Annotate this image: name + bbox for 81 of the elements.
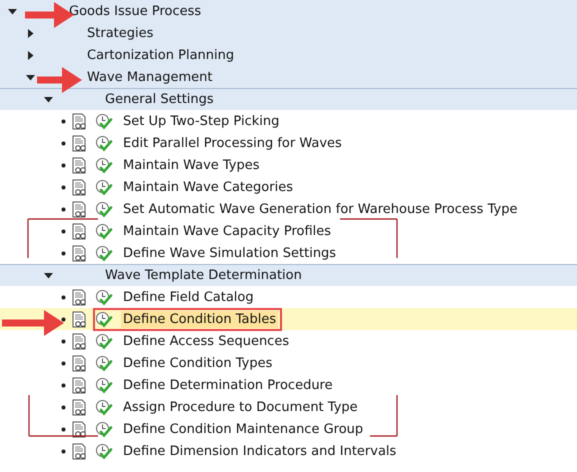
activity-label: Define Wave Simulation Settings bbox=[122, 244, 338, 262]
pointer-arrow-drawing bbox=[2, 310, 64, 336]
bullet-icon bbox=[61, 228, 66, 234]
clock-check-icon[interactable] bbox=[95, 332, 113, 350]
bullet-icon bbox=[61, 294, 66, 300]
clock-check-icon[interactable] bbox=[95, 376, 113, 394]
clock-check-icon[interactable] bbox=[95, 244, 113, 262]
clock-check-icon[interactable] bbox=[95, 178, 113, 196]
activity-label: Define Condition Maintenance Group bbox=[122, 420, 364, 438]
folder-row[interactable]: Wave Template Determination bbox=[0, 264, 577, 286]
activity-label: Set Automatic Wave Generation for Warehouse Process Type bbox=[122, 200, 518, 218]
bullet-icon bbox=[61, 140, 66, 146]
collapse-triangle-icon[interactable] bbox=[44, 271, 53, 280]
clock-check-icon[interactable] bbox=[95, 442, 113, 460]
activity-label: Maintain Wave Categories bbox=[122, 178, 294, 196]
bullet-icon bbox=[61, 206, 66, 212]
activity-label: Edit Parallel Processing for Waves bbox=[122, 134, 343, 152]
activity-label: Define Condition Types bbox=[122, 354, 274, 372]
clock-check-icon[interactable] bbox=[95, 288, 113, 306]
bullet-icon bbox=[61, 338, 66, 344]
collapse-triangle-icon[interactable] bbox=[26, 72, 35, 82]
activity-label: Assign Procedure to Document Type bbox=[122, 398, 359, 416]
folder-label: Wave Template Determination bbox=[105, 268, 302, 283]
folder-label: General Settings bbox=[105, 92, 214, 107]
bullet-icon bbox=[61, 162, 66, 168]
clock-check-icon[interactable] bbox=[95, 310, 113, 328]
document-glasses-icon bbox=[72, 178, 88, 196]
clock-check-icon[interactable] bbox=[95, 398, 113, 416]
document-glasses-icon bbox=[72, 222, 88, 240]
bullet-icon bbox=[61, 404, 66, 410]
document-glasses-icon bbox=[72, 134, 88, 152]
folder-label: Goods Issue Process bbox=[69, 4, 202, 18]
activity-row[interactable]: Define Condition Tables bbox=[0, 308, 577, 330]
document-glasses-icon bbox=[72, 420, 88, 438]
bullet-icon bbox=[61, 316, 66, 322]
clock-check-icon[interactable] bbox=[95, 354, 113, 372]
bullet-icon bbox=[61, 426, 66, 432]
activity-label: Define Dimension Indicators and Intervals bbox=[122, 442, 398, 460]
document-glasses-icon bbox=[72, 442, 88, 460]
folder-row[interactable]: Cartonization Planning bbox=[0, 44, 577, 66]
document-glasses-icon bbox=[72, 244, 88, 262]
document-glasses-icon bbox=[72, 398, 88, 416]
document-glasses-icon bbox=[72, 332, 88, 350]
document-glasses-icon bbox=[72, 376, 88, 394]
document-glasses-icon bbox=[72, 310, 88, 328]
folder-label: Wave Management bbox=[87, 70, 212, 84]
document-glasses-icon bbox=[72, 288, 88, 306]
folder-row[interactable]: Strategies bbox=[0, 22, 577, 44]
clock-check-icon[interactable] bbox=[95, 134, 113, 152]
clock-check-icon[interactable] bbox=[95, 222, 113, 240]
bullet-icon bbox=[61, 382, 66, 388]
activity-label: Maintain Wave Capacity Profiles bbox=[122, 222, 332, 240]
folder-row[interactable]: Wave Management bbox=[0, 66, 577, 88]
activity-label: Define Condition Tables bbox=[121, 310, 278, 328]
bullet-icon bbox=[61, 118, 66, 124]
activity-label: Maintain Wave Types bbox=[122, 156, 261, 174]
document-glasses-icon bbox=[72, 156, 88, 174]
pointer-arrow-drawing bbox=[37, 67, 82, 93]
activity-label: Define Field Catalog bbox=[122, 288, 255, 306]
activity-label: Define Access Sequences bbox=[122, 332, 290, 350]
document-glasses-icon bbox=[72, 200, 88, 218]
collapse-triangle-icon[interactable] bbox=[8, 6, 17, 16]
clock-check-icon[interactable] bbox=[95, 112, 113, 130]
expand-triangle-icon[interactable] bbox=[26, 28, 35, 38]
document-glasses-icon bbox=[72, 112, 88, 130]
bullet-icon bbox=[61, 448, 66, 454]
folder-row[interactable]: Goods Issue Process bbox=[0, 0, 577, 22]
bullet-icon bbox=[61, 360, 66, 366]
folder-label: Cartonization Planning bbox=[87, 48, 234, 62]
bullet-icon bbox=[61, 250, 66, 256]
clock-check-icon[interactable] bbox=[95, 420, 113, 438]
bullet-icon bbox=[61, 184, 66, 190]
document-glasses-icon bbox=[72, 354, 88, 372]
folder-row[interactable]: General Settings bbox=[0, 88, 577, 110]
activity-label: Define Determination Procedure bbox=[122, 376, 334, 394]
expand-triangle-icon[interactable] bbox=[26, 50, 35, 60]
activity-label: Set Up Two-Step Picking bbox=[122, 112, 280, 130]
collapse-triangle-icon[interactable] bbox=[44, 95, 53, 104]
clock-check-icon[interactable] bbox=[95, 156, 113, 174]
clock-check-icon[interactable] bbox=[95, 200, 113, 218]
folder-label: Strategies bbox=[87, 26, 154, 40]
